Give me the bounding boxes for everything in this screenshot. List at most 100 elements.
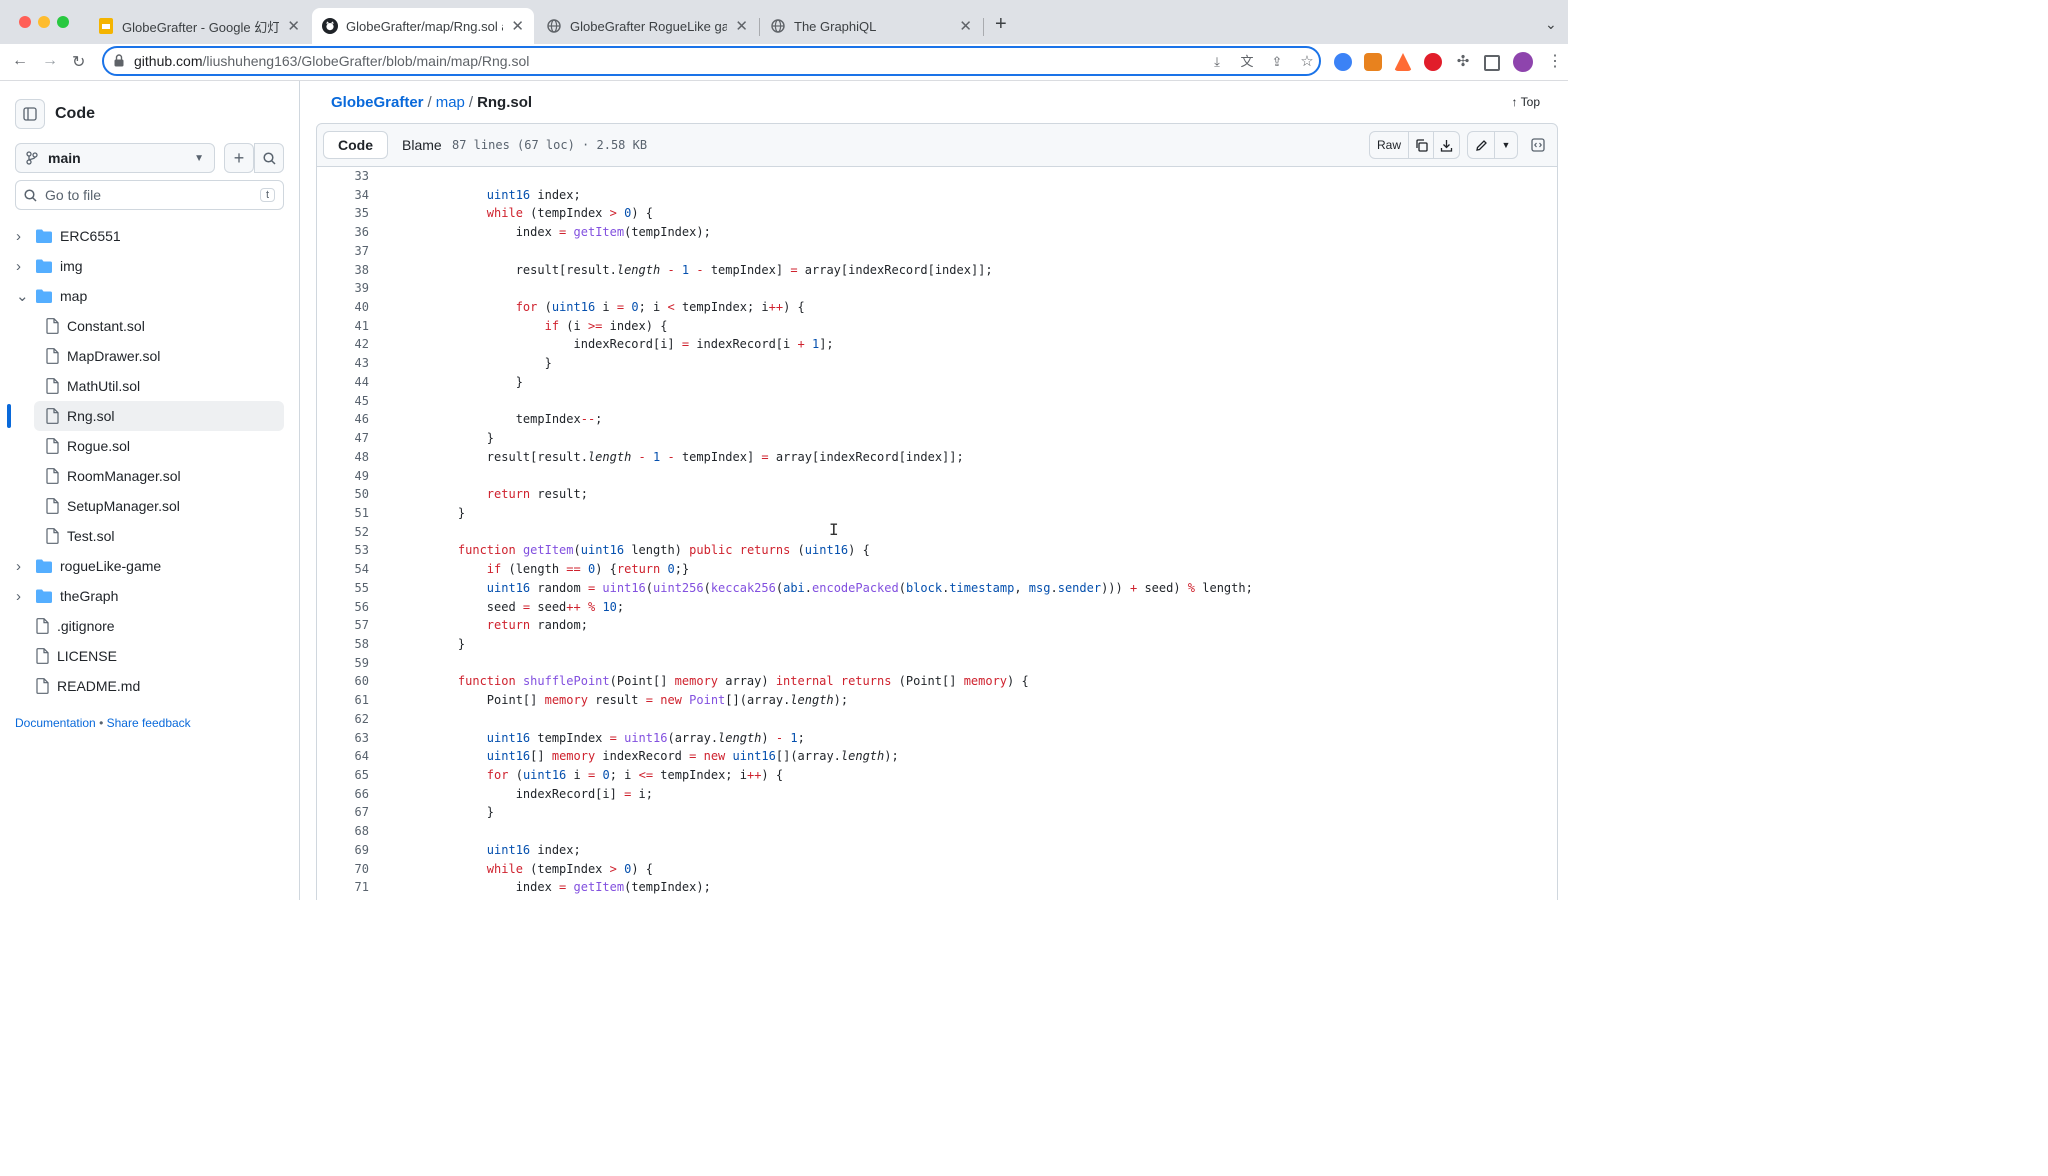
line-number[interactable]: 50 — [317, 485, 369, 504]
tab-search-chevron-icon[interactable]: ⌄ — [1545, 16, 1557, 33]
browser-tab-graphiql[interactable]: The GraphiQL ✕ — [760, 8, 982, 44]
line-number[interactable]: 33 — [317, 167, 369, 186]
reload-icon[interactable]: ↻ — [72, 52, 85, 72]
edit-options-dropdown[interactable]: ▼ — [1494, 131, 1518, 159]
line-number[interactable]: 68 — [317, 822, 369, 841]
line-number[interactable]: 67 — [317, 803, 369, 822]
search-code-button[interactable] — [254, 143, 284, 173]
line-number[interactable]: 34 — [317, 186, 369, 205]
go-to-file-input[interactable]: Go to file t — [15, 180, 284, 210]
line-number[interactable]: 42 — [317, 335, 369, 354]
line-number[interactable]: 71 — [317, 878, 369, 897]
side-panel-icon[interactable] — [1484, 55, 1500, 71]
browser-menu-icon[interactable]: ⋮ — [1547, 51, 1563, 71]
add-file-button[interactable]: + — [224, 143, 254, 173]
line-number[interactable]: 62 — [317, 710, 369, 729]
chevron-right-icon[interactable]: › — [16, 588, 21, 605]
tree-folder-item[interactable]: › rogueLike-game — [0, 551, 299, 581]
extension-arrow-icon[interactable] — [1394, 53, 1412, 71]
install-app-icon[interactable]: ⤓ — [1208, 53, 1226, 71]
line-number[interactable]: 57 — [317, 616, 369, 635]
line-number[interactable]: 52 — [317, 523, 369, 542]
minimize-window-button[interactable] — [38, 16, 50, 28]
browser-tab-github[interactable]: GlobeGrafter/map/Rng.sol at m ✕ — [312, 8, 534, 44]
line-number[interactable]: 38 — [317, 261, 369, 280]
line-number[interactable]: 46 — [317, 410, 369, 429]
code-viewer[interactable]: 33 34 uint16 index; 35 while (tempIndex > … — [316, 167, 1558, 900]
forward-arrow-icon[interactable]: → — [42, 52, 58, 70]
symbols-panel-button[interactable] — [1526, 131, 1550, 159]
line-number[interactable]: 59 — [317, 654, 369, 673]
profile-avatar[interactable] — [1513, 52, 1533, 72]
extension-shield-icon[interactable] — [1334, 53, 1352, 71]
line-number[interactable]: 35 — [317, 204, 369, 223]
extensions-puzzle-icon[interactable]: ✣ — [1454, 53, 1472, 71]
line-number[interactable]: 37 — [317, 242, 369, 261]
tree-file-item[interactable]: Rng.sol — [7, 401, 284, 431]
tree-file-item[interactable]: README.md — [0, 671, 299, 701]
chevron-down-icon[interactable]: ⌄ — [16, 287, 29, 305]
line-number[interactable]: 47 — [317, 429, 369, 448]
bookmark-star-icon[interactable]: ☆ — [1298, 53, 1316, 71]
address-bar[interactable]: github.com/liushuheng163/GlobeGrafter/bl… — [102, 46, 1321, 76]
line-number[interactable]: 45 — [317, 392, 369, 411]
browser-tab-slides[interactable]: GlobeGrafter - Google 幻灯片 ✕ — [88, 8, 310, 44]
line-number[interactable]: 58 — [317, 635, 369, 654]
translate-icon[interactable]: 文 — [1238, 53, 1256, 71]
line-number[interactable]: 63 — [317, 729, 369, 748]
raw-button[interactable]: Raw — [1369, 131, 1409, 159]
line-number[interactable]: 51 — [317, 504, 369, 523]
line-number[interactable]: 60 — [317, 672, 369, 691]
line-number[interactable]: 66 — [317, 785, 369, 804]
new-tab-button[interactable]: + — [995, 14, 1007, 34]
line-number[interactable]: 55 — [317, 579, 369, 598]
close-tab-icon[interactable]: ✕ — [959, 17, 972, 35]
opera-extension-icon[interactable] — [1424, 53, 1442, 71]
share-feedback-link[interactable]: Share feedback — [107, 716, 191, 730]
line-number[interactable]: 41 — [317, 317, 369, 336]
back-to-top-button[interactable]: ↑ Top — [1512, 95, 1540, 109]
branch-selector[interactable]: main ▼ — [15, 143, 215, 173]
collapse-sidebar-button[interactable] — [15, 99, 45, 129]
metamask-fox-icon[interactable] — [1364, 53, 1382, 71]
line-number[interactable]: 36 — [317, 223, 369, 242]
line-number[interactable]: 70 — [317, 860, 369, 879]
tree-file-item[interactable]: RoomManager.sol — [0, 461, 299, 491]
close-window-button[interactable] — [19, 16, 31, 28]
tree-folder-item[interactable]: › img — [0, 251, 299, 281]
line-number[interactable]: 43 — [317, 354, 369, 373]
tree-file-item[interactable]: .gitignore — [0, 611, 299, 641]
line-number[interactable]: 65 — [317, 766, 369, 785]
line-number[interactable]: 69 — [317, 841, 369, 860]
tree-file-item[interactable]: LICENSE — [0, 641, 299, 671]
tree-folder-item[interactable]: › theGraph — [0, 581, 299, 611]
line-number[interactable]: 56 — [317, 598, 369, 617]
edit-file-button[interactable] — [1467, 131, 1495, 159]
line-number[interactable]: 61 — [317, 691, 369, 710]
line-number[interactable]: 39 — [317, 279, 369, 298]
tree-file-item[interactable]: MathUtil.sol — [0, 371, 299, 401]
tree-file-item[interactable]: Test.sol — [0, 521, 299, 551]
tree-file-item[interactable]: Constant.sol — [0, 311, 299, 341]
download-raw-button[interactable] — [1433, 131, 1460, 159]
line-number[interactable]: 49 — [317, 467, 369, 486]
zoom-window-button[interactable] — [57, 16, 69, 28]
close-tab-icon[interactable]: ✕ — [511, 17, 524, 35]
chevron-right-icon[interactable]: › — [16, 558, 21, 575]
tab-blame[interactable]: Blame — [388, 131, 456, 159]
tree-folder-item[interactable]: › ERC6551 — [0, 221, 299, 251]
tab-code[interactable]: Code — [323, 131, 388, 159]
line-number[interactable]: 64 — [317, 747, 369, 766]
tree-file-item[interactable]: SetupManager.sol — [0, 491, 299, 521]
breadcrumb-dir-link[interactable]: map — [436, 94, 465, 111]
documentation-link[interactable]: Documentation — [15, 716, 96, 730]
chevron-right-icon[interactable]: › — [16, 228, 21, 245]
tree-file-item[interactable]: Rogue.sol — [0, 431, 299, 461]
close-tab-icon[interactable]: ✕ — [735, 17, 748, 35]
line-number[interactable]: 53 — [317, 541, 369, 560]
tree-file-item[interactable]: MapDrawer.sol — [0, 341, 299, 371]
share-icon[interactable]: ⇪ — [1268, 53, 1286, 71]
close-tab-icon[interactable]: ✕ — [287, 17, 300, 35]
line-number[interactable]: 44 — [317, 373, 369, 392]
line-number[interactable]: 54 — [317, 560, 369, 579]
